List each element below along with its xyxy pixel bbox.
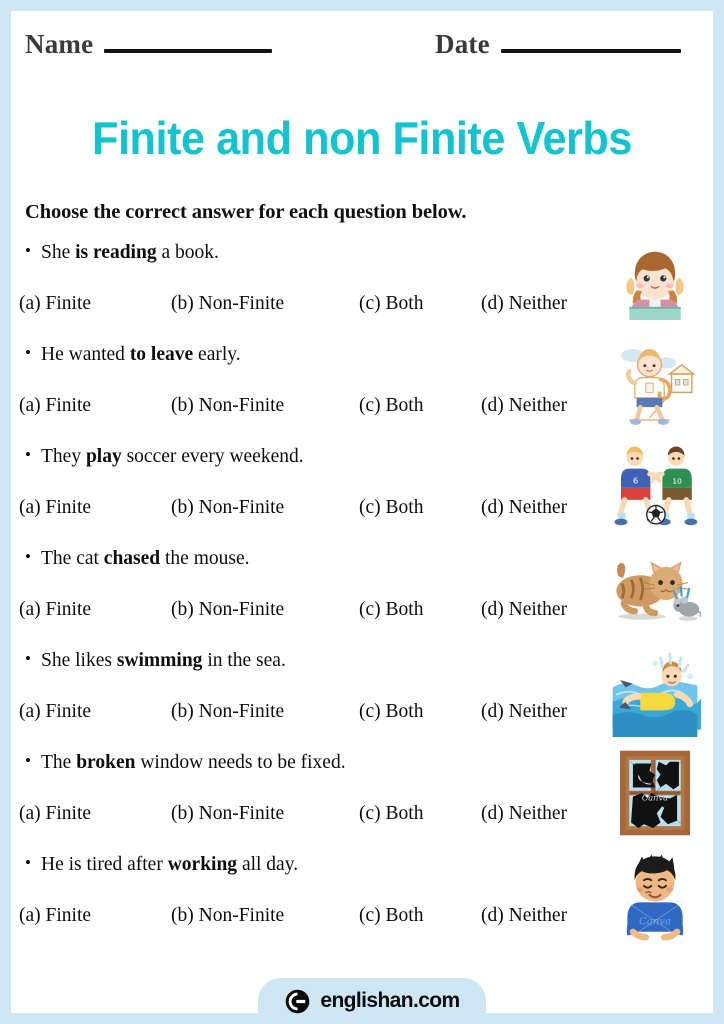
answer-option[interactable]: (c) Both bbox=[359, 701, 423, 723]
answer-option[interactable]: (a) Finite bbox=[19, 701, 91, 723]
bullet-icon: • bbox=[25, 751, 31, 770]
sentence-prefix: They bbox=[41, 446, 86, 467]
answer-option[interactable]: (b) Non-Finite bbox=[171, 395, 284, 417]
bullet-icon: • bbox=[25, 343, 31, 362]
girl-swimming-icon bbox=[609, 645, 701, 737]
sentence-suffix: window needs to be fixed. bbox=[135, 752, 346, 773]
sentence-prefix: She likes bbox=[41, 650, 117, 671]
answer-option[interactable]: (b) Non-Finite bbox=[171, 599, 284, 621]
answer-option[interactable]: (c) Both bbox=[359, 599, 423, 621]
question-item: • He is tired after working all day. (a) F… bbox=[11, 849, 713, 951]
answer-option[interactable]: (b) Non-Finite bbox=[171, 701, 284, 723]
answer-option[interactable]: (d) Neither bbox=[481, 803, 567, 825]
instruction-text: Choose the correct answer for each quest… bbox=[25, 201, 467, 223]
sentence-suffix: all day. bbox=[237, 854, 299, 875]
highlighted-verb: broken bbox=[76, 752, 136, 773]
answer-option[interactable]: (c) Both bbox=[359, 803, 423, 825]
worksheet-page: Name Date Finite and non Finite Verbs Ch… bbox=[11, 11, 713, 1024]
bullet-icon: • bbox=[25, 241, 31, 260]
answer-option[interactable]: (c) Both bbox=[359, 395, 423, 417]
bullet-icon: • bbox=[25, 649, 31, 668]
sentence-suffix: early. bbox=[193, 344, 241, 365]
question-list: • She is reading a book. (a) Finite (b) Non… bbox=[11, 237, 713, 951]
answer-option[interactable]: (c) Both bbox=[359, 293, 423, 315]
question-item: • They play soccer every weekend. (a) Fini… bbox=[11, 441, 713, 543]
answer-option[interactable]: (a) Finite bbox=[19, 599, 91, 621]
brand-name: englishan.com bbox=[320, 989, 460, 1012]
question-item: • He wanted to leave early. (a) Finite (b) … bbox=[11, 339, 713, 441]
answer-option[interactable]: (d) Neither bbox=[481, 905, 567, 927]
answer-option[interactable]: (d) Neither bbox=[481, 701, 567, 723]
tired-boy-icon: Canva bbox=[609, 849, 701, 941]
question-sentence: • He is tired after working all day. bbox=[25, 853, 299, 877]
question-item: • She likes swimming in the sea. (a) Finit… bbox=[11, 645, 713, 747]
cat-chasing-mouse-icon bbox=[609, 543, 701, 635]
answer-option[interactable]: (a) Finite bbox=[19, 293, 91, 315]
sentence-prefix: He is tired after bbox=[41, 854, 168, 875]
question-sentence: • They play soccer every weekend. bbox=[25, 445, 304, 469]
answer-option[interactable]: (c) Both bbox=[359, 497, 423, 519]
answer-option[interactable]: (a) Finite bbox=[19, 497, 91, 519]
question-item: • The broken window needs to be fixed. (a)… bbox=[11, 747, 713, 849]
answer-option[interactable]: (d) Neither bbox=[481, 395, 567, 417]
sentence-suffix: in the sea. bbox=[202, 650, 286, 671]
worksheet-header: Name Date bbox=[11, 11, 713, 73]
question-sentence: • She is reading a book. bbox=[25, 241, 219, 265]
answer-option[interactable]: (b) Non-Finite bbox=[171, 905, 284, 927]
question-sentence: • The cat chased the mouse. bbox=[25, 547, 250, 571]
answer-option[interactable]: (b) Non-Finite bbox=[171, 293, 284, 315]
name-write-line[interactable] bbox=[104, 49, 273, 53]
name-label: Name bbox=[25, 29, 94, 59]
svg-text:6: 6 bbox=[633, 475, 638, 485]
brand-row: englishan.com bbox=[284, 988, 460, 1015]
highlighted-verb: working bbox=[167, 854, 238, 875]
sentence-prefix: He wanted bbox=[41, 344, 130, 365]
boy-walking-to-school-icon bbox=[609, 339, 701, 431]
broken-window-icon: Canva bbox=[609, 747, 701, 839]
girl-reading-book-icon bbox=[609, 237, 701, 329]
answer-option[interactable]: (b) Non-Finite bbox=[171, 497, 284, 519]
boys-playing-soccer-icon: 6 10 bbox=[609, 441, 701, 533]
svg-text:Canva: Canva bbox=[642, 792, 668, 802]
sentence-suffix: the mouse. bbox=[160, 548, 250, 569]
answer-option[interactable]: (d) Neither bbox=[481, 293, 567, 315]
brand-footer: englishan.com bbox=[258, 978, 486, 1024]
englishan-circle-logo-icon bbox=[286, 989, 310, 1013]
question-sentence: • The broken window needs to be fixed. bbox=[25, 751, 346, 775]
question-sentence: • He wanted to leave early. bbox=[25, 343, 241, 367]
answer-option[interactable]: (d) Neither bbox=[481, 599, 567, 621]
highlighted-verb: swimming bbox=[116, 650, 203, 671]
svg-text:Canva: Canva bbox=[639, 916, 671, 927]
question-item: • The cat chased the mouse. (a) Finite (b) … bbox=[11, 543, 713, 645]
bullet-icon: • bbox=[25, 445, 31, 464]
sentence-prefix: The bbox=[41, 752, 77, 773]
question-sentence: • She likes swimming in the sea. bbox=[25, 649, 286, 673]
answer-option[interactable]: (a) Finite bbox=[19, 905, 91, 927]
sentence-prefix: She bbox=[41, 242, 76, 263]
sentence-prefix: The cat bbox=[41, 548, 104, 569]
date-label: Date bbox=[435, 29, 490, 59]
sentence-suffix: a book. bbox=[156, 242, 219, 263]
highlighted-verb: to leave bbox=[129, 344, 194, 365]
date-write-line[interactable] bbox=[500, 49, 681, 53]
highlighted-verb: chased bbox=[103, 548, 161, 569]
answer-option[interactable]: (b) Non-Finite bbox=[171, 803, 284, 825]
answer-option[interactable]: (a) Finite bbox=[19, 395, 91, 417]
name-field-group: Name bbox=[25, 29, 273, 60]
highlighted-verb: play bbox=[85, 446, 122, 467]
question-item: • She is reading a book. (a) Finite (b) Non… bbox=[11, 237, 713, 339]
bullet-icon: • bbox=[25, 853, 31, 872]
answer-option[interactable]: (a) Finite bbox=[19, 803, 91, 825]
answer-option[interactable]: (c) Both bbox=[359, 905, 423, 927]
svg-text:10: 10 bbox=[672, 476, 682, 485]
sentence-suffix: soccer every weekend. bbox=[121, 446, 304, 467]
highlighted-verb: is reading bbox=[75, 242, 157, 263]
date-field-group: Date bbox=[435, 29, 681, 60]
bullet-icon: • bbox=[25, 547, 31, 566]
page-title: Finite and non Finite Verbs bbox=[92, 112, 632, 164]
answer-option[interactable]: (d) Neither bbox=[481, 497, 567, 519]
